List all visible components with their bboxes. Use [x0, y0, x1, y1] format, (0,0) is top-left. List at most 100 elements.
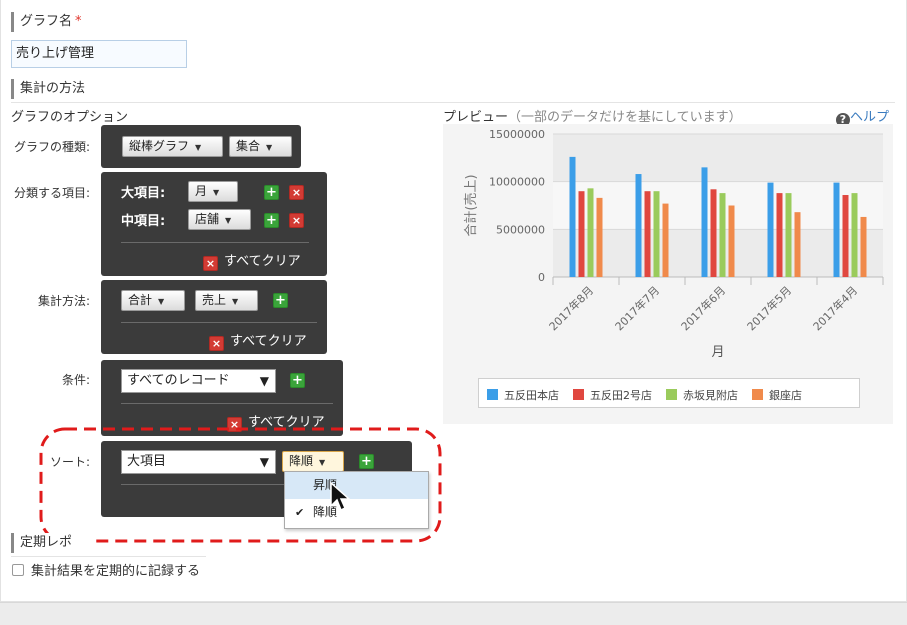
bar — [842, 195, 849, 277]
graph-type-panel: 縦棒グラフ ▼ 集合 ▼ — [101, 125, 301, 168]
x-tick-label: 2017年5月 — [744, 283, 794, 333]
minor-item-value: 店舗 — [195, 212, 220, 226]
periodic-report-checkbox[interactable] — [12, 564, 24, 576]
chart-kind-dropdown[interactable]: 縦棒グラフ ▼ — [122, 136, 223, 157]
panel-divider — [121, 322, 317, 323]
chevron-down-icon: ▼ — [158, 297, 165, 306]
highlight-annotation — [39, 427, 442, 543]
graph-type-label: グラフの種類: — [13, 140, 90, 154]
bar — [860, 216, 867, 277]
add-major-item-button[interactable]: + — [264, 185, 279, 200]
options-heading: グラフのオプション — [11, 110, 129, 125]
major-item-value: 月 — [195, 184, 208, 198]
condition-select[interactable]: すべてのレコード ▼ — [121, 369, 276, 393]
bar — [644, 191, 651, 277]
bar — [662, 203, 669, 277]
add-minor-item-button[interactable]: + — [264, 213, 279, 228]
legend-item[interactable]: 銀座店 — [752, 387, 802, 403]
aggregation-section-title-text: 集計の方法 — [20, 81, 86, 96]
preview-title: プレビュー — [443, 110, 509, 125]
x-tick-label: 2017年8月 — [546, 283, 596, 333]
method-clear-all-button[interactable]: × すべてクリア — [209, 330, 307, 351]
major-item-label: 大項目: — [121, 186, 166, 201]
bar — [851, 193, 858, 277]
legend-label: 銀座店 — [769, 389, 802, 402]
bar — [569, 156, 576, 277]
minor-item-label: 中項目: — [121, 214, 166, 229]
x-tick-label: 2017年4月 — [810, 283, 860, 333]
legend-swatch — [487, 389, 498, 400]
chart-mode-value: 集合 — [236, 139, 261, 153]
preview-note: （一部のデータだけを基にしています） — [508, 110, 742, 125]
bar — [635, 174, 642, 277]
y-tick-label: 0 — [538, 271, 545, 284]
chevron-down-icon: ▼ — [232, 297, 239, 306]
add-method-button[interactable]: + — [273, 293, 288, 308]
periodic-report-checkbox-label: 集計結果を定期的に記録する — [31, 564, 201, 579]
chevron-down-icon: ▼ — [213, 188, 220, 197]
preview-header: プレビュー（一部のデータだけを基にしています） — [443, 106, 742, 125]
bar — [794, 212, 801, 277]
aggregate-function-value: 合計 — [128, 293, 153, 307]
grouping-panel: 大項目: 月 ▼ + × 中項目: 店舗 ▼ + × × すべてクリア — [101, 172, 327, 276]
bar — [710, 189, 717, 277]
minor-item-dropdown[interactable]: 店舗 ▼ — [188, 209, 251, 230]
legend-item[interactable]: 五反田2号店 — [573, 387, 652, 403]
grouping-clear-all-label: すべてクリア — [224, 254, 301, 269]
chevron-down-icon: ▼ — [225, 216, 232, 225]
y-axis-label: 合計(売上) — [463, 174, 479, 236]
legend-item[interactable]: 五反田本店 — [487, 387, 559, 403]
x-axis-label: 月 — [711, 345, 724, 360]
bar — [767, 182, 774, 277]
condition-label: 条件: — [61, 373, 90, 387]
graph-name-label: グラフ名 — [20, 14, 73, 29]
legend-swatch — [573, 389, 584, 400]
bar — [653, 191, 660, 277]
y-tick-label: 10000000 — [489, 176, 545, 189]
aggregate-field-dropdown[interactable]: 売上 ▼ — [195, 290, 258, 311]
method-label: 集計方法: — [37, 294, 90, 308]
bar — [578, 191, 585, 277]
aggregate-function-dropdown[interactable]: 合計 ▼ — [121, 290, 185, 311]
condition-value: すべてのレコード — [127, 373, 230, 388]
aggregate-field-value: 売上 — [202, 293, 227, 307]
y-tick-label: 15000000 — [489, 128, 545, 141]
panel-divider — [121, 242, 309, 243]
chevron-down-icon: ▼ — [195, 143, 202, 152]
chart-mode-dropdown[interactable]: 集合 ▼ — [229, 136, 292, 157]
bar — [728, 205, 735, 277]
help-label: ヘルプ — [850, 110, 890, 125]
section-divider — [11, 556, 206, 557]
bar — [596, 197, 603, 277]
x-tick-label: 2017年6月 — [678, 283, 728, 333]
bar — [587, 188, 594, 277]
method-clear-all-label: すべてクリア — [230, 334, 307, 349]
legend-swatch — [752, 389, 763, 400]
delete-minor-item-button[interactable]: × — [289, 213, 304, 228]
panel-divider — [121, 403, 333, 404]
add-condition-button[interactable]: + — [290, 373, 305, 388]
required-mark: * — [75, 14, 82, 29]
close-icon: × — [203, 256, 218, 271]
grouping-label: 分類する項目: — [13, 186, 90, 200]
graph-name-header: グラフ名 * — [11, 12, 131, 32]
major-item-dropdown[interactable]: 月 ▼ — [188, 181, 238, 202]
bar — [701, 167, 708, 277]
bar — [785, 193, 792, 277]
chart-kind-value: 縦棒グラフ — [129, 139, 190, 153]
legend-item[interactable]: 赤坂見附店 — [666, 387, 738, 403]
graph-name-input[interactable]: 売り上げ管理 — [11, 40, 187, 68]
bottom-bar — [0, 602, 907, 625]
periodic-report-header: 定期レポ — [11, 533, 91, 553]
chart-preview-area: 15000000 10000000 5000000 0 合計(売上) 2017年8月 201… — [443, 124, 893, 424]
legend-swatch — [666, 389, 677, 400]
aggregation-section-title: 集計の方法 — [11, 79, 211, 99]
periodic-report-title: 定期レポ — [20, 535, 73, 550]
grouping-clear-all-button[interactable]: × すべてクリア — [203, 250, 301, 271]
chart-legend: 五反田本店 五反田2号店 赤坂見附店 銀座店 — [478, 378, 860, 408]
legend-label: 五反田本店 — [504, 389, 559, 402]
delete-major-item-button[interactable]: × — [289, 185, 304, 200]
plot-band — [553, 134, 883, 182]
method-panel: 合計 ▼ 売上 ▼ + × すべてクリア — [101, 280, 327, 354]
legend-label: 赤坂見附店 — [683, 389, 738, 402]
